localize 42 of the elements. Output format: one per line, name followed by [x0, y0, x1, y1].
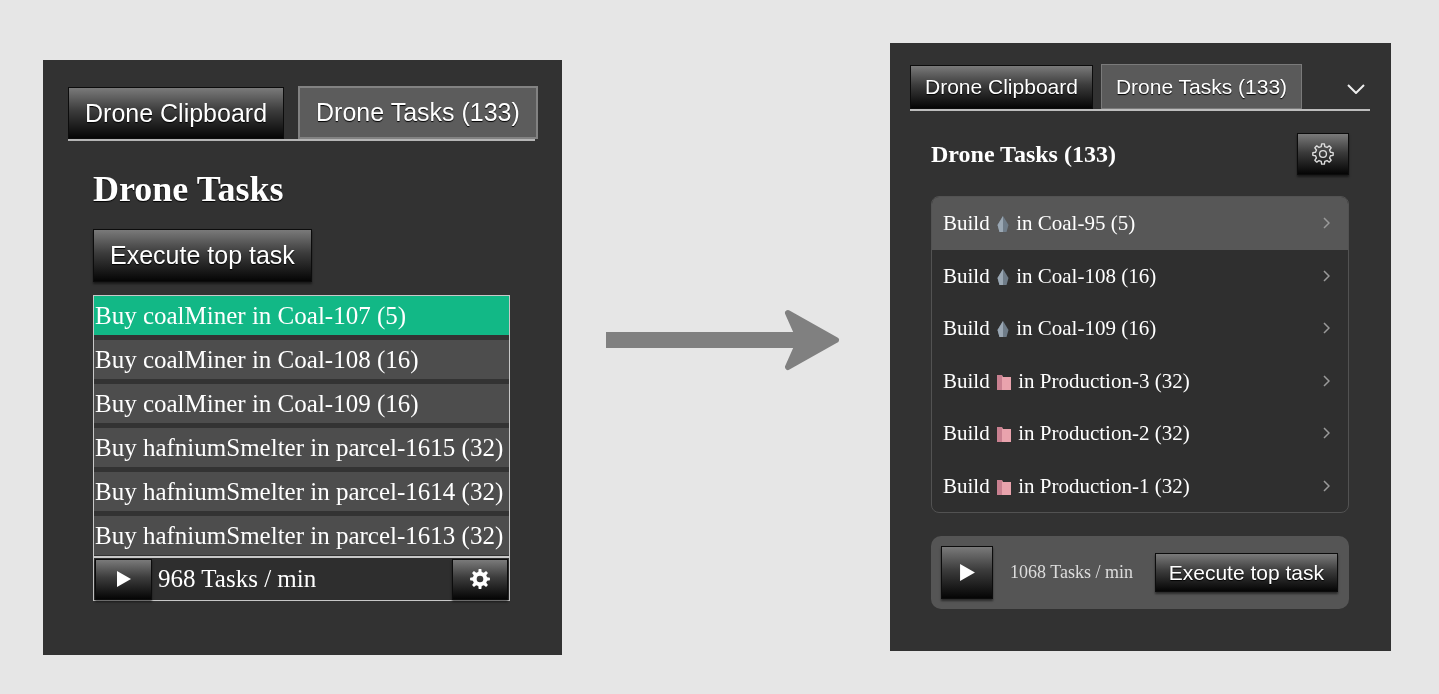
panel-heading: Drone Tasks (133): [931, 140, 1116, 169]
task-item[interactable]: Buy hafniumSmelter in parcel-1613 (32): [94, 516, 509, 555]
task-item[interactable]: Build in Production-2 (32): [932, 407, 1348, 460]
task-item[interactable]: Build in Production-3 (32): [932, 354, 1348, 407]
settings-button[interactable]: [1297, 133, 1349, 175]
task-item[interactable]: Build in Coal-108 (16): [932, 249, 1348, 302]
task-item[interactable]: Buy coalMiner in Coal-108 (16): [94, 340, 509, 379]
settings-icon: [1312, 143, 1334, 165]
play-button[interactable]: [941, 546, 993, 599]
play-icon: [116, 571, 131, 587]
panel-heading: Drone Tasks: [93, 169, 285, 209]
block-icon: [996, 374, 1011, 390]
rate-label: 1068 Tasks / min: [1010, 562, 1133, 583]
chevron-right-icon: [1323, 427, 1330, 440]
play-icon: [959, 564, 975, 581]
chevron-right-icon: [1323, 217, 1330, 230]
chevron-down-icon[interactable]: [1347, 84, 1365, 94]
task-item[interactable]: Build in Coal-109 (16): [932, 302, 1348, 355]
task-item[interactable]: Buy hafniumSmelter in parcel-1615 (32): [94, 428, 509, 467]
rate-label: 968 Tasks / min: [158, 565, 318, 593]
settings-icon: [470, 569, 490, 589]
chevron-right-icon: [1323, 479, 1330, 492]
rock-icon: [996, 321, 1009, 338]
task-item[interactable]: Build in Production-1 (32): [932, 459, 1348, 512]
tab[interactable]: Drone Clipboard: [68, 87, 285, 139]
rock-icon: [996, 268, 1009, 285]
chevron-right-icon: [1323, 374, 1330, 387]
tab[interactable]: Drone Tasks (133): [298, 86, 538, 139]
block-icon: [996, 427, 1011, 443]
task-item[interactable]: Buy hafniumSmelter in parcel-1614 (32): [94, 472, 509, 511]
chevron-right-icon: [1323, 269, 1330, 282]
settings-button[interactable]: [452, 558, 508, 600]
task-item[interactable]: Build in Coal-95 (5): [932, 197, 1348, 250]
execute-button[interactable]: Execute top task: [93, 229, 312, 282]
execute-button[interactable]: Execute top task: [1154, 553, 1338, 592]
task-item[interactable]: Buy coalMiner in Coal-109 (16): [94, 384, 509, 423]
rock-icon: [996, 216, 1009, 233]
chevron-right-icon: [1323, 322, 1330, 335]
tab[interactable]: Drone Tasks (133): [1100, 64, 1303, 109]
block-icon: [996, 479, 1011, 495]
play-button[interactable]: [95, 558, 152, 600]
tab[interactable]: Drone Clipboard: [910, 65, 1093, 109]
